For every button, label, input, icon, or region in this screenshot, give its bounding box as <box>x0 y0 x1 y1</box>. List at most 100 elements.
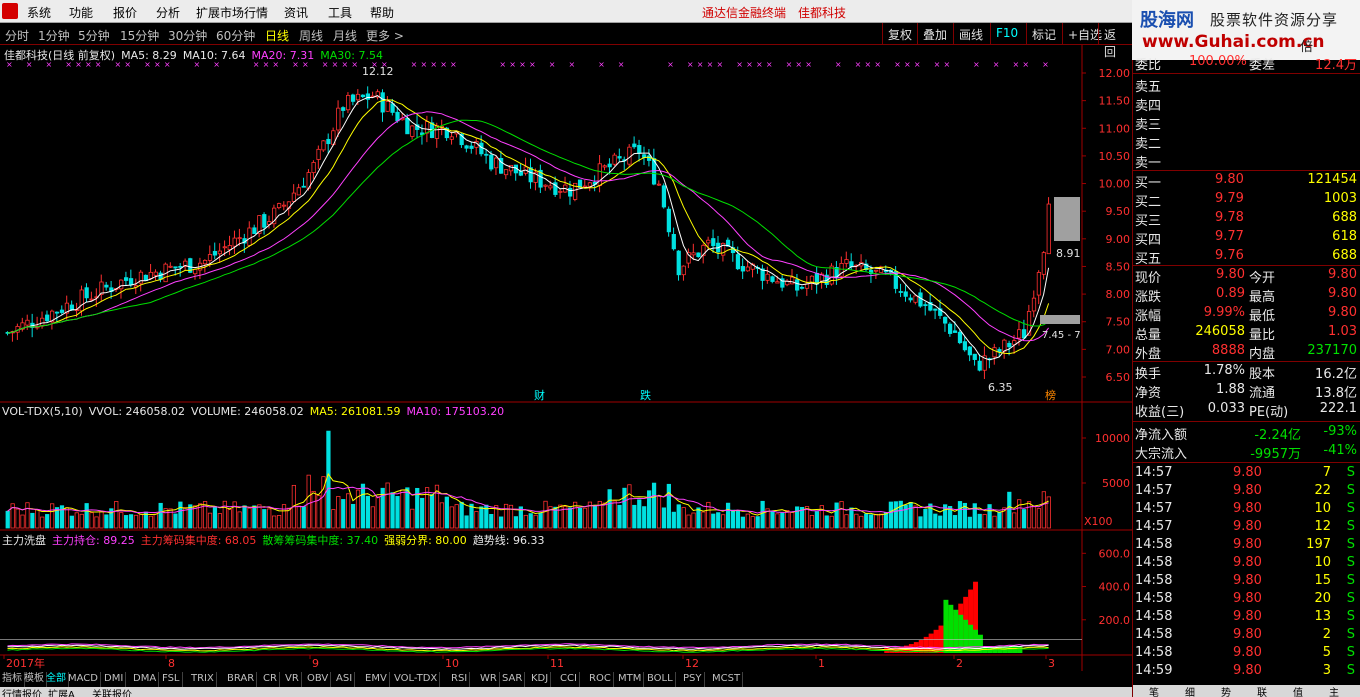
candle-body <box>612 154 617 165</box>
volume-label: VOLUME: 246058.02 <box>191 405 304 418</box>
candle-body <box>740 266 745 272</box>
f10-button[interactable]: F10 <box>990 23 1023 44</box>
volume-bar <box>859 515 864 529</box>
menu-news[interactable]: 资讯 <box>284 4 308 21</box>
indicator-tab-22[interactable]: BOLL <box>645 672 676 687</box>
overlay-button[interactable]: 叠加 <box>917 23 952 44</box>
signal-mark: × <box>894 60 901 69</box>
flow-pct: -93% <box>1323 424 1357 439</box>
period-tab-month[interactable]: 月线 <box>333 27 357 44</box>
indicator-tab-11[interactable]: OBV <box>305 672 332 687</box>
indicator-b: 主力筹码集中度: 68.05 <box>140 534 257 547</box>
candle-body <box>390 103 395 113</box>
kline-chart-canvas[interactable]: 12.00 11.50 11.00 10.50 10.00 9.50 9.00 8.50 8.0… <box>0 45 1132 671</box>
price-axis-label: 11.00 <box>1099 122 1131 135</box>
candle-body <box>173 266 178 269</box>
period-tab-5min[interactable]: 5分钟 <box>78 27 110 44</box>
indicator-a: 主力持仓: 89.25 <box>52 534 135 547</box>
quote-tab-5[interactable]: 主 <box>1329 684 1339 697</box>
tick-time: 14:59 <box>1135 663 1173 678</box>
menu-tools[interactable]: 工具 <box>328 4 352 21</box>
volume-bar <box>242 505 247 529</box>
tick-side: S <box>1346 537 1355 552</box>
period-tab-fenshi[interactable]: 分时 <box>5 27 29 44</box>
quote-value-2: 9.80 <box>1328 305 1357 320</box>
period-tab-1min[interactable]: 1分钟 <box>38 27 70 44</box>
volume-bar <box>651 482 657 529</box>
indicator-tab-18[interactable]: KDJ <box>529 672 552 687</box>
indicator-tab-7[interactable]: TRIX <box>189 672 217 687</box>
date-axis-label: 12 <box>685 657 699 670</box>
indicator-axis-label: 600.0 <box>1099 547 1131 560</box>
signal-mark: × <box>529 60 536 69</box>
indicator-tab-16[interactable]: WR <box>478 672 500 687</box>
quote-panel: 委比 100.00% 委差 12.4万 卖五 卖四 卖三 卖二 卖一 买一 9.80 121454 买二… <box>1132 54 1360 697</box>
status-ext[interactable]: 扩展A <box>48 687 75 697</box>
indicator-tab-20[interactable]: ROC <box>587 672 614 687</box>
volume-bar <box>1026 501 1032 529</box>
menu-system[interactable]: 系统 <box>27 4 51 21</box>
indicator-tab-4[interactable]: DMI <box>102 672 127 687</box>
quote-value-2: 1.03 <box>1328 324 1357 339</box>
period-tab-30min[interactable]: 30分钟 <box>168 27 207 44</box>
volume-bar <box>212 506 218 529</box>
indicator-tab-5[interactable]: DMA <box>131 672 160 687</box>
candle-body <box>217 250 222 255</box>
indicator-tab-15[interactable]: RSI <box>449 672 471 687</box>
signal-mark: × <box>411 60 418 69</box>
status-related[interactable]: 关联报价 <box>92 687 132 697</box>
indicator-tab-17[interactable]: SAR <box>500 672 526 687</box>
last-price-label: 8.91 <box>1056 247 1081 260</box>
tick-volume: 197 <box>1306 537 1331 552</box>
back-button[interactable]: 返回 <box>1098 23 1132 59</box>
indicator-tab-19[interactable]: CCI <box>558 672 580 687</box>
volume-bar <box>207 512 213 529</box>
quote-tab-4[interactable]: 值 <box>1293 684 1303 697</box>
indicator-tab-10[interactable]: VR <box>283 672 302 687</box>
quote-tab-2[interactable]: 势 <box>1221 684 1231 697</box>
indicator-tab-21[interactable]: MTM <box>616 672 645 687</box>
volume-bar <box>138 513 144 529</box>
indicator-tab-12[interactable]: ASI <box>334 672 356 687</box>
menu-help[interactable]: 帮助 <box>370 4 394 21</box>
indicator-tab-6[interactable]: FSL <box>160 672 183 687</box>
volume-bar <box>459 501 464 529</box>
candle-body <box>89 298 94 301</box>
period-tab-week[interactable]: 周线 <box>299 27 323 44</box>
indicator-tab-23[interactable]: PSY <box>681 672 705 687</box>
chart-area[interactable]: 12.00 11.50 11.00 10.50 10.00 9.50 9.00 8.50 8.0… <box>0 45 1132 685</box>
quote-value-1: 246058 <box>1195 324 1245 339</box>
vol-axis-label: 5000 <box>1102 477 1130 490</box>
period-tab-15min[interactable]: 15分钟 <box>120 27 159 44</box>
volume-bar <box>735 510 741 529</box>
quote-tab-1[interactable]: 细 <box>1185 684 1195 697</box>
menu-quote[interactable]: 报价 <box>113 4 137 21</box>
draw-line-button[interactable]: 画线 <box>953 23 988 44</box>
status-quote[interactable]: 行情报价 <box>2 687 42 697</box>
volume-bar <box>15 508 20 529</box>
quote-label-1: 现价 <box>1135 271 1162 286</box>
menu-function[interactable]: 功能 <box>69 4 93 21</box>
ma30-label: MA30: 7.54 <box>320 49 383 62</box>
indicator-tab-3[interactable]: MACD <box>66 672 101 687</box>
menu-analysis[interactable]: 分析 <box>156 4 180 21</box>
indicator-tab-13[interactable]: EMV <box>363 672 390 687</box>
quote-label-1: 外盘 <box>1135 347 1162 362</box>
menu-ext-market[interactable]: 扩展市场行情 <box>196 4 268 21</box>
period-tab-more[interactable]: 更多 > <box>366 27 404 44</box>
period-tab-day[interactable]: 日线 <box>265 27 289 44</box>
quote-tab-3[interactable]: 联 <box>1257 684 1267 697</box>
indicator-tab-9[interactable]: CR <box>261 672 280 687</box>
restore-rights-button[interactable]: 复权 <box>882 23 917 44</box>
divider <box>1133 170 1360 171</box>
tick-price: 9.80 <box>1233 519 1262 534</box>
period-tab-60min[interactable]: 60分钟 <box>216 27 255 44</box>
indicator-tab-14[interactable]: VOL-TDX <box>392 672 441 687</box>
mark-button[interactable]: 标记 <box>1026 23 1061 44</box>
sell-label: 卖三 <box>1135 118 1162 133</box>
indicator-tab-24[interactable]: MCST <box>710 672 744 687</box>
volume-bar <box>528 513 533 529</box>
quote-tab-0[interactable]: 笔 <box>1149 684 1159 697</box>
indicator-tab-8[interactable]: BRAR <box>225 672 258 687</box>
signal-mark: × <box>914 60 921 69</box>
